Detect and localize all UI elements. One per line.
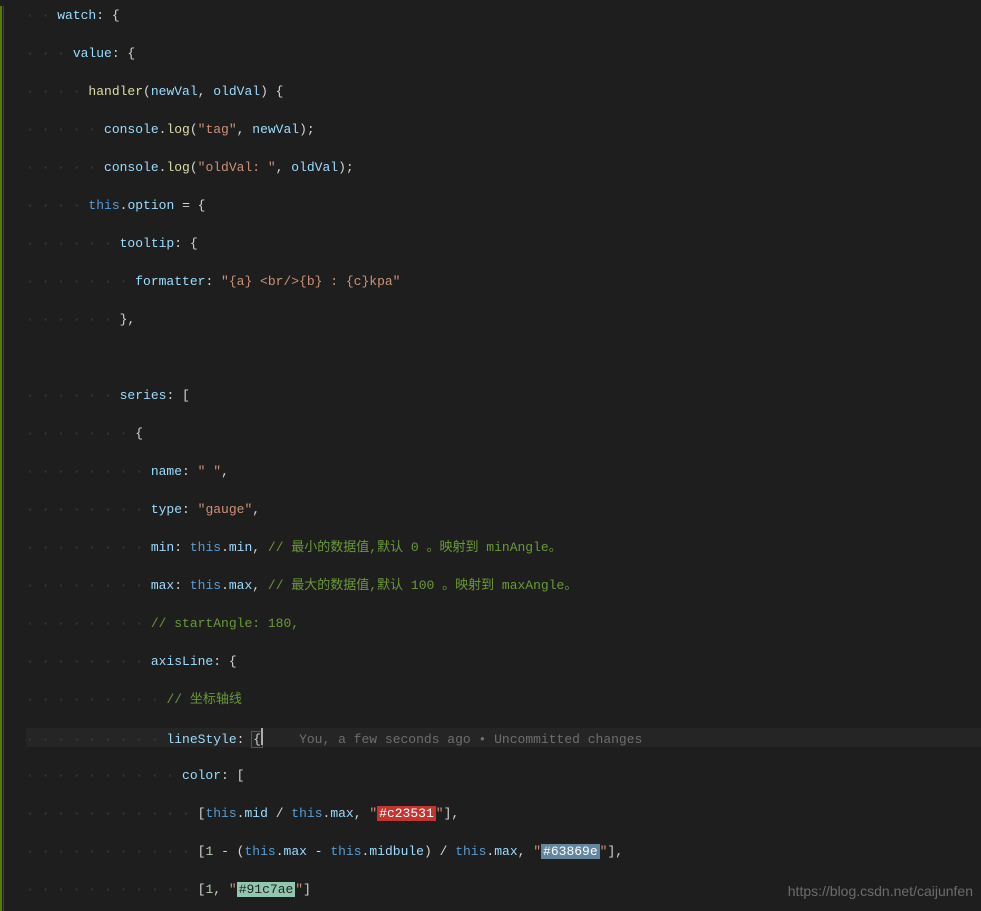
fold-gutter [3,6,4,911]
code-editor[interactable]: · · watch: { · · · value: { · · · · hand… [0,0,981,911]
code-content[interactable]: · · watch: { · · · value: { · · · · hand… [0,6,981,911]
git-blame-annotation: You, a few seconds ago • Uncommitted cha… [299,732,642,747]
watermark: https://blog.csdn.net/caijunfen [788,882,973,901]
